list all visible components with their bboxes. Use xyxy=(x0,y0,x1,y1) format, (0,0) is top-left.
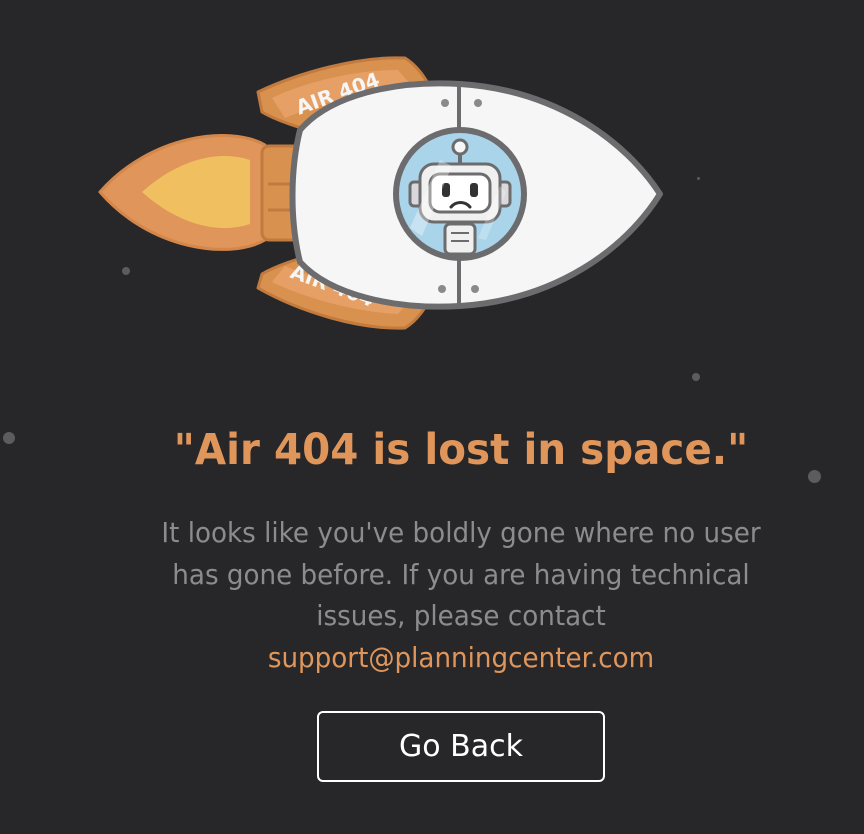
star-icon xyxy=(697,177,700,180)
flame-icon xyxy=(98,134,267,251)
error-headline: "Air 404 is lost in space." xyxy=(173,425,749,475)
error-message-text: It looks like you've boldly gone where n… xyxy=(161,516,761,632)
error-page: AIR 404 AIR 404 xyxy=(0,0,864,834)
go-back-button[interactable]: Go Back xyxy=(317,711,605,782)
rocket-icon: AIR 404 AIR 404 xyxy=(98,56,663,330)
error-message: It looks like you've boldly gone where n… xyxy=(142,512,780,678)
star-icon xyxy=(692,373,700,381)
robot-astronaut-icon xyxy=(393,127,527,261)
support-email-link[interactable]: support@planningcenter.com xyxy=(268,641,654,674)
star-icon xyxy=(3,432,15,444)
